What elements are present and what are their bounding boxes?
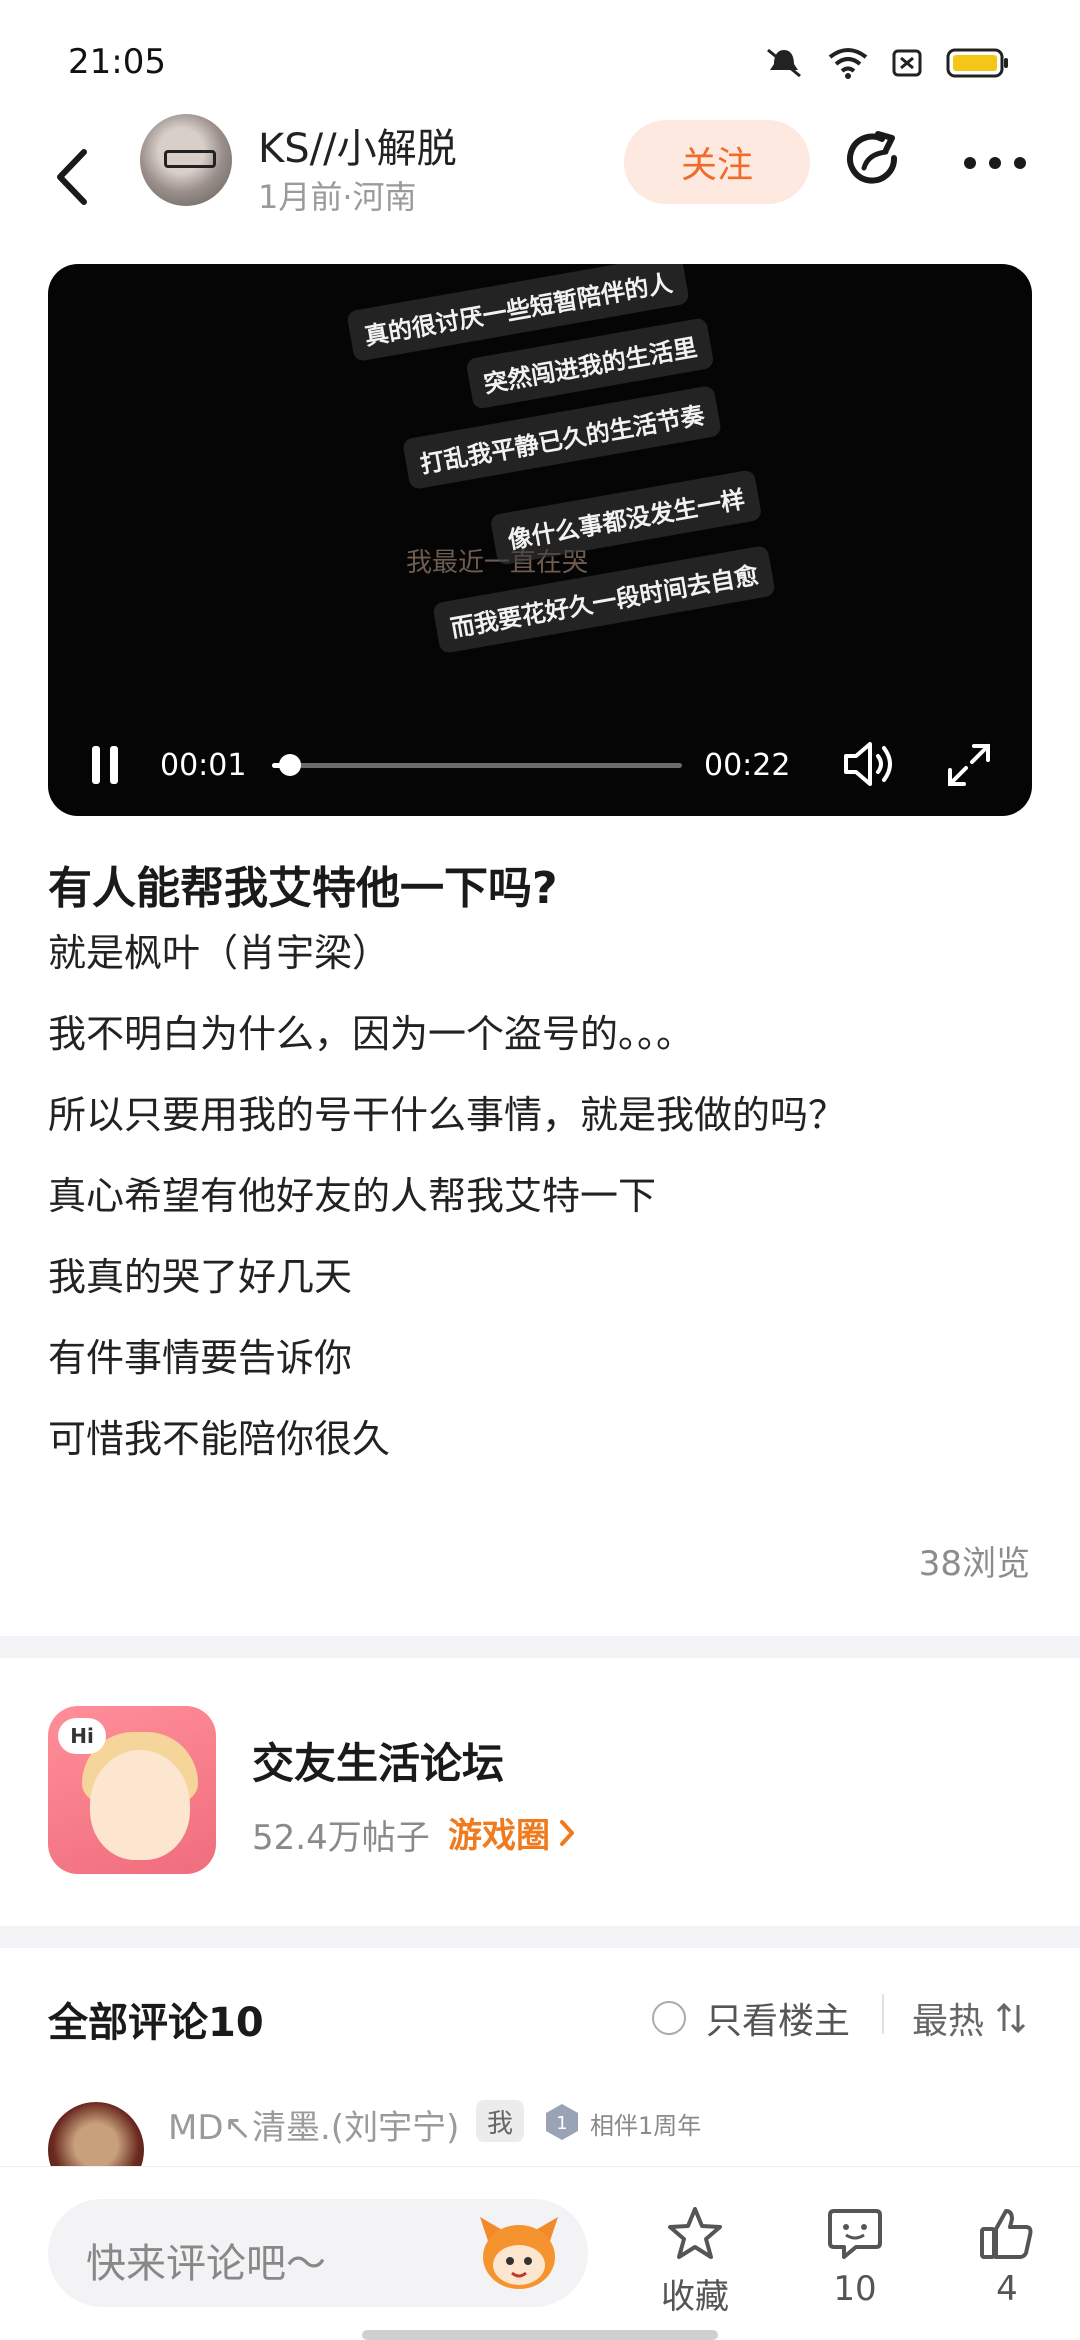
back-arrow-icon[interactable] [48,142,98,212]
op-only-label: 只看楼主 [706,2001,851,2042]
forum-name[interactable]: 交友生活论坛 [252,1730,504,1791]
forum-card[interactable]: Hi 交友生活论坛 52.4万帖子 游戏圈 [0,1660,1080,1920]
home-indicator[interactable] [362,2330,718,2340]
status-icons [764,46,1010,84]
video-progress-knob[interactable] [279,754,302,776]
post-body: 就是枫叶（肖宇梁） 我不明白为什么，因为一个盗号的。。。 所以只要用我的号干什么… [48,928,1032,1495]
thumbs-up-icon [980,2209,1033,2259]
emoji-mascot-icon[interactable] [474,2211,564,2295]
sim-off-icon [892,48,922,82]
comments-header: 全部评论10 只看楼主 最热 [0,1950,1080,2080]
status-time: 21:05 [68,42,166,82]
video-lyric-line: 打乱我平静已久的生活节奏 [401,384,723,491]
user-avatar[interactable] [140,114,232,206]
video-total-time: 00:22 [704,748,791,783]
forum-post-count: 52.4万帖子 [252,1818,430,1858]
battery-icon [946,48,1010,82]
more-options-icon[interactable] [960,148,1030,178]
post-time-location: 1月前·河南 [258,178,417,216]
comment-count: 10 [833,2269,877,2309]
forum-category-link[interactable]: 游戏圈 [448,1808,576,1857]
section-divider [0,1926,1080,1948]
sort-label: 最热 [912,2001,985,2042]
favorite-button[interactable]: 收藏 [640,2205,750,2318]
bottom-action-bar: 快来评论吧～ 收藏 10 4 [0,2166,1080,2340]
like-count: 4 [996,2269,1018,2309]
comments-title: 全部评论10 [48,2000,264,2046]
chevron-right-icon [560,1819,574,1846]
status-bar: 21:05 [0,0,1080,120]
forum-avatar[interactable]: Hi [48,1706,216,1874]
post-line: 真心希望有他好友的人帮我艾特一下 [48,1174,657,1218]
video-current-time: 00:01 [160,748,247,783]
video-player[interactable]: 真的很讨厌一些短暂陪伴的人 突然闯进我的生活里 打乱我平静已久的生活节奏 我最近… [48,264,1032,816]
op-only-toggle[interactable]: 只看楼主 [652,1992,850,2044]
video-progress-bar[interactable] [272,754,682,776]
view-count: 38浏览 [918,1544,1030,1584]
mute-icon [764,46,804,84]
forum-avatar-face [90,1750,190,1860]
forum-avatar-hi-bubble: Hi [58,1718,106,1754]
star-icon [668,2207,722,2259]
forum-category-label: 游戏圈 [448,1816,550,1856]
anniversary-badge-text: 相伴1周年 [590,2112,702,2140]
fullscreen-icon[interactable] [946,742,992,788]
favorite-label: 收藏 [661,2277,729,2317]
commenter-name[interactable]: MD↖清墨.(刘宇宁) [168,2100,459,2149]
pause-icon[interactable] [90,744,120,786]
sort-selector[interactable]: 最热 [912,1992,1026,2044]
section-divider [0,1636,1080,1658]
video-lyric-line: 像什么事都没发生一样 [489,469,763,566]
post-line: 可惜我不能陪你很久 [48,1417,391,1461]
divider [882,1994,884,2034]
wifi-icon [828,47,868,83]
like-button[interactable]: 4 [952,2205,1062,2309]
post-line: 我真的哭了好几天 [48,1255,353,1299]
comment-input-placeholder: 快来评论吧～ [86,2241,326,2287]
volume-icon[interactable] [842,738,898,790]
me-badge: 我 [476,2100,524,2142]
sort-icon [996,2002,1026,2034]
post-line: 所以只要用我的号干什么事情，就是我做的吗？ [48,1093,847,1137]
comment-button[interactable]: 10 [800,2205,910,2309]
user-name[interactable]: KS//小解脱 [258,116,457,174]
post-title: 有人能帮我艾特他一下吗? [48,863,558,914]
follow-button[interactable]: 关注 [624,120,810,204]
post-header: KS//小解脱 1月前·河南 关注 [0,110,1080,260]
radio-icon[interactable] [652,2001,686,2035]
post-line: 就是枫叶（肖宇梁） [48,931,391,975]
comment-bubble-icon [828,2209,882,2259]
anniversary-badge-icon: 1 [546,2104,578,2140]
share-icon[interactable] [842,128,906,192]
comment-item[interactable]: MD↖清墨.(刘宇宁) 我 1 相伴1周年 [0,2092,1080,2198]
comment-input[interactable]: 快来评论吧～ [48,2199,588,2307]
svg-text:1: 1 [556,2113,567,2134]
post-line: 有件事情要告诉你 [48,1336,353,1380]
post-line: 我不明白为什么，因为一个盗号的。。。 [48,1012,695,1056]
video-controls: 00:01 00:22 [48,724,1032,804]
